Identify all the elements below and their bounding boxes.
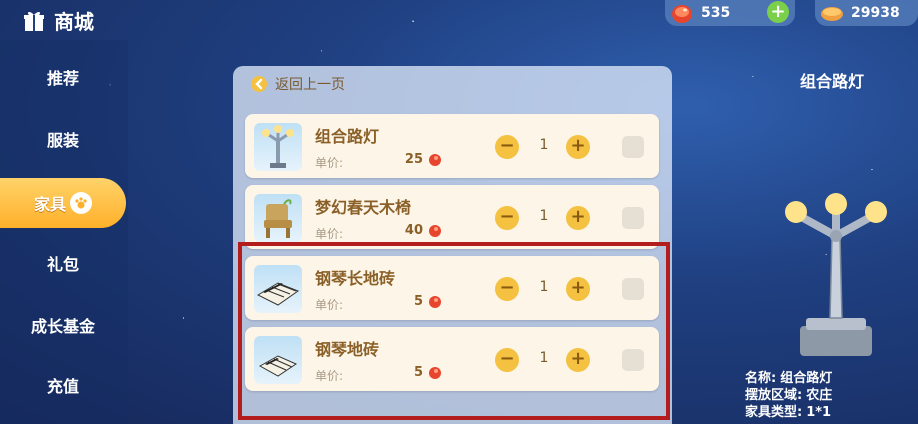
shop-title-label: 商城 <box>54 10 94 34</box>
quantity-value: 1 <box>539 137 549 153</box>
item-name: 组合路灯 <box>315 127 380 146</box>
gift-icon <box>24 11 44 31</box>
paw-icon <box>70 192 92 214</box>
sidebar-item-label: 服装 <box>46 131 79 150</box>
decrease-quantity-button[interactable]: − <box>495 206 519 230</box>
sidebar-item-gift-pack[interactable]: 礼包 <box>0 238 126 288</box>
select-checkbox[interactable] <box>622 136 644 158</box>
red-coin-amount: 535 <box>701 5 731 21</box>
item-price: 40 <box>404 223 423 238</box>
shop-title: 商城 <box>22 6 94 35</box>
preview-title: 组合路灯 <box>799 72 864 91</box>
info-value: 组合路灯 <box>780 371 833 386</box>
select-checkbox[interactable] <box>622 207 644 229</box>
info-value: 农庄 <box>806 388 833 403</box>
sidebar-item-growth-fund[interactable]: 成长基金 <box>0 300 126 350</box>
item-info: 名称: 组合路灯 摆放区域: 农庄 家具类型: 1*1 <box>745 370 832 421</box>
currency-bread: 29938 <box>815 0 918 26</box>
red-coin-icon <box>672 5 692 23</box>
currency-red-coin: 535 + <box>665 0 795 26</box>
sidebar-item-label: 推荐 <box>46 69 79 88</box>
info-row-area: 摆放区域: 农庄 <box>745 387 832 404</box>
sidebar-item-recommend[interactable]: 推荐 <box>0 52 126 102</box>
list-item: 梦幻春天木椅 单价: 40 − 1 + <box>245 185 659 249</box>
bread-icon <box>821 7 843 21</box>
selection-highlight-box <box>238 242 670 420</box>
top-bar: 商城 535 + 29938 <box>0 0 918 40</box>
bread-amount: 29938 <box>851 5 900 21</box>
price-label: 单价: <box>315 227 344 241</box>
back-label: 返回上一页 <box>275 77 345 93</box>
increase-quantity-button[interactable]: + <box>566 135 590 159</box>
info-key: 家具类型: <box>745 405 803 420</box>
info-value: 1*1 <box>806 405 832 420</box>
item-name: 梦幻春天木椅 <box>315 198 412 217</box>
sidebar-item-recharge[interactable]: 充值 <box>0 360 126 410</box>
wooden-chair-icon <box>254 194 302 242</box>
street-lamp-icon <box>254 123 302 171</box>
chevron-left-icon <box>251 76 267 92</box>
street-lamp-preview <box>785 193 887 356</box>
item-price: 25 <box>404 152 423 167</box>
red-coin-icon <box>429 225 441 237</box>
decrease-quantity-button[interactable]: − <box>495 135 519 159</box>
quantity-value: 1 <box>539 208 549 224</box>
info-key: 名称: <box>745 371 777 386</box>
sidebar-item-label: 成长基金 <box>30 317 95 336</box>
info-row-type: 家具类型: 1*1 <box>745 404 832 421</box>
back-button[interactable]: 返回上一页 <box>251 74 345 94</box>
sidebar-item-label: 礼包 <box>46 255 79 274</box>
add-currency-button[interactable]: + <box>767 1 789 23</box>
sidebar-item-label: 充值 <box>46 377 79 396</box>
sidebar-item-clothing[interactable]: 服装 <box>0 114 126 164</box>
sidebar-item-label: 家具 <box>33 195 66 214</box>
info-key: 摆放区域: <box>745 388 803 403</box>
price-label: 单价: <box>315 156 344 170</box>
red-coin-icon <box>429 154 441 166</box>
sidebar-item-furniture[interactable]: 家具 <box>0 178 126 228</box>
increase-quantity-button[interactable]: + <box>566 206 590 230</box>
info-row-name: 名称: 组合路灯 <box>745 370 832 387</box>
list-item: 组合路灯 单价: 25 − 1 + <box>245 114 659 178</box>
category-sidebar: 推荐 服装 家具 礼包 成长基金 充值 <box>0 40 128 424</box>
